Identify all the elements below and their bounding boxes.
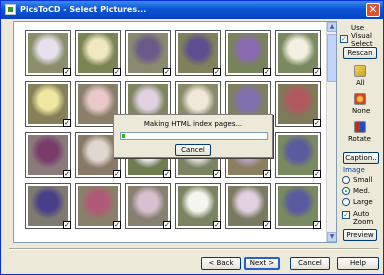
thumbnail-checkbox[interactable]: ✓ (313, 170, 321, 178)
auto-zoom-label: Auto Zoom (353, 210, 374, 226)
thumbnail-checkbox[interactable]: ✓ (263, 68, 271, 76)
size-large-label: Large (353, 198, 373, 206)
thumbnail-checkbox[interactable]: ✓ (63, 170, 71, 178)
thumbnail-checkbox[interactable]: ✓ (213, 170, 221, 178)
thumbnail-image (228, 33, 268, 73)
thumbnail[interactable]: ✓ (25, 81, 71, 127)
next-button[interactable]: Next > (244, 257, 280, 270)
thumbnail[interactable]: ✓ (175, 30, 221, 76)
thumbnail-image (28, 33, 68, 73)
thumbnail-checkbox[interactable]: ✓ (263, 170, 271, 178)
thumbnail[interactable]: ✓ (75, 30, 121, 76)
thumbnail-checkbox[interactable]: ✓ (263, 221, 271, 229)
image-size-label: Image (343, 166, 365, 174)
thumbnail-checkbox[interactable]: ✓ (313, 221, 321, 229)
use-visual-select-label: Use Visual Select (351, 24, 373, 48)
preview-button[interactable]: Preview (343, 229, 377, 241)
rotate-icon[interactable] (354, 121, 366, 133)
thumbnail-checkbox[interactable]: ✓ (163, 221, 171, 229)
footer-divider (9, 248, 379, 250)
progress-dialog: Making HTML index pages... Cancel (113, 114, 273, 158)
thumbnail[interactable]: ✓ (275, 81, 321, 127)
vertical-scrollbar[interactable]: ▲ ▼ (326, 22, 336, 242)
size-med-label: Med. (353, 187, 371, 195)
all-label: All (356, 79, 365, 87)
help-button[interactable]: Help (337, 257, 379, 270)
rescan-button[interactable]: Rescan (343, 47, 377, 59)
auto-zoom-checkbox[interactable]: ✓ (342, 211, 350, 219)
use-visual-select-checkbox[interactable]: ✓ (340, 35, 348, 43)
select-none-icon[interactable] (354, 93, 366, 105)
thumbnail[interactable]: ✓ (225, 30, 271, 76)
thumbnail-checkbox[interactable]: ✓ (313, 68, 321, 76)
close-button[interactable]: ✕ (366, 3, 380, 17)
thumbnail-image (28, 135, 68, 175)
thumbnail-image (28, 186, 68, 226)
thumbnail[interactable]: ✓ (25, 183, 71, 229)
thumbnail-image (78, 33, 118, 73)
thumbnail[interactable]: ✓ (275, 183, 321, 229)
thumbnail-checkbox[interactable]: ✓ (113, 68, 121, 76)
thumbnail-image (228, 186, 268, 226)
thumbnail[interactable]: ✓ (275, 30, 321, 76)
thumbnail-image (278, 135, 318, 175)
none-label: None (352, 107, 371, 115)
thumbnail-image (28, 84, 68, 124)
cancel-button[interactable]: Cancel (290, 257, 330, 270)
options-panel: ✓ Use Visual Select Rescan All None Rota… (339, 21, 383, 243)
thumbnail[interactable]: ✓ (275, 132, 321, 178)
thumbnail-image (78, 186, 118, 226)
caption-button[interactable]: Caption.. (343, 152, 379, 164)
thumbnail-image (278, 84, 318, 124)
thumbnail-checkbox[interactable]: ✓ (163, 170, 171, 178)
progress-message: Making HTML index pages... (143, 120, 243, 128)
thumbnail-checkbox[interactable]: ✓ (113, 221, 121, 229)
size-large-radio[interactable] (342, 198, 350, 206)
thumbnail-image (178, 186, 218, 226)
thumbnail-checkbox[interactable]: ✓ (113, 170, 121, 178)
size-med-radio[interactable] (342, 187, 350, 195)
thumbnail[interactable]: ✓ (25, 132, 71, 178)
size-small-label: Small (353, 176, 373, 184)
thumbnail[interactable]: ✓ (125, 30, 171, 76)
thumbnail[interactable]: ✓ (75, 183, 121, 229)
progress-bar (120, 132, 268, 140)
progress-cancel-button[interactable]: Cancel (175, 144, 211, 156)
thumbnail-checkbox[interactable]: ✓ (63, 68, 71, 76)
size-small-radio[interactable] (342, 176, 350, 184)
select-all-icon[interactable] (354, 65, 366, 77)
thumbnail-image (128, 186, 168, 226)
thumbnail-checkbox[interactable]: ✓ (63, 119, 71, 127)
thumbnail-image (128, 33, 168, 73)
thumbnail[interactable]: ✓ (225, 183, 271, 229)
thumbnail-image (78, 135, 118, 175)
thumbnail-image (278, 33, 318, 73)
scroll-thumb[interactable] (327, 34, 336, 82)
thumbnail-image (278, 186, 318, 226)
title-bar[interactable]: PicsToCD - Select Pictures... ✕ (1, 1, 383, 19)
thumbnail[interactable]: ✓ (25, 30, 71, 76)
thumbnail-image (178, 33, 218, 73)
thumbnail-checkbox[interactable]: ✓ (63, 221, 71, 229)
scroll-up-button[interactable]: ▲ (327, 22, 336, 32)
thumbnail-checkbox[interactable]: ✓ (313, 119, 321, 127)
app-icon (5, 4, 16, 15)
scroll-down-button[interactable]: ▼ (327, 232, 336, 242)
thumbnail-checkbox[interactable]: ✓ (163, 68, 171, 76)
thumbnail-checkbox[interactable]: ✓ (213, 68, 221, 76)
app-window: PicsToCD - Select Pictures... ✕ ✓ ✓ ✓ ✓ ✓ ✓ ✓ ✓… (0, 0, 384, 275)
progress-fill (122, 134, 125, 138)
thumbnail[interactable]: ✓ (175, 183, 221, 229)
thumbnail[interactable]: ✓ (125, 183, 171, 229)
back-button[interactable]: < Back (201, 257, 241, 270)
rotate-label: Rotate (348, 135, 371, 143)
thumbnail-image (78, 84, 118, 124)
thumbnail-checkbox[interactable]: ✓ (213, 221, 221, 229)
window-title: PicsToCD - Select Pictures... (20, 5, 147, 14)
